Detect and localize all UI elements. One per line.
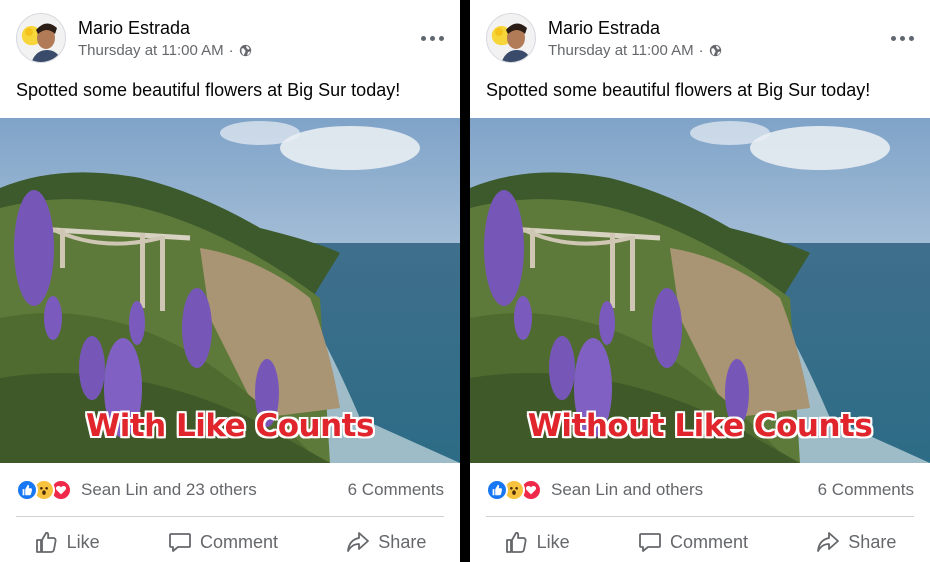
share-label: Share <box>378 531 427 552</box>
share-arrow-icon <box>817 532 840 552</box>
like-reaction-icon[interactable] <box>486 479 508 501</box>
post-meta: Thursday at 11:00 AM · <box>548 42 722 59</box>
meta-separator: · <box>228 42 234 59</box>
share-label: Share <box>848 531 897 552</box>
author-name[interactable]: Mario Estrada <box>78 18 190 39</box>
post-text: Spotted some beautiful flowers at Big Su… <box>16 80 401 100</box>
reactions-summary: Sean Lin and 23 others 6 Comments <box>16 476 444 504</box>
divider <box>486 516 914 517</box>
avatar[interactable] <box>16 13 66 63</box>
post-header: Mario Estrada Thursday at 11:00 AM · <box>16 13 446 65</box>
overlay-label: Without Like Counts <box>527 408 873 444</box>
globe-icon[interactable] <box>239 44 252 57</box>
post-text: Spotted some beautiful flowers at Big Su… <box>486 80 871 100</box>
post-meta: Thursday at 11:00 AM · <box>78 42 252 59</box>
post-card-without-like-counts: Mario Estrada Thursday at 11:00 AM · Spo… <box>470 0 930 562</box>
timestamp[interactable]: Thursday at 11:00 AM <box>78 42 224 59</box>
more-options-icon[interactable] <box>418 31 446 45</box>
comment-button[interactable]: Comment <box>167 529 278 555</box>
comments-count[interactable]: 6 Comments <box>818 480 914 500</box>
comment-bubble-icon <box>639 533 661 552</box>
thumbs-up-icon <box>505 531 527 553</box>
meta-separator: · <box>698 42 704 59</box>
like-label: Like <box>66 531 100 552</box>
divider <box>16 516 444 517</box>
post-actions: Like Comment Share <box>470 524 930 560</box>
comment-label: Comment <box>669 531 748 552</box>
author-name[interactable]: Mario Estrada <box>548 18 660 39</box>
share-button[interactable]: Share <box>345 529 426 555</box>
thumbs-up-icon <box>35 531 57 553</box>
reactions-summary: Sean Lin and others 6 Comments <box>486 476 914 504</box>
like-button[interactable]: Like <box>34 529 100 555</box>
comments-count[interactable]: 6 Comments <box>348 480 444 500</box>
comment-button[interactable]: Comment <box>637 529 748 555</box>
timestamp[interactable]: Thursday at 11:00 AM <box>548 42 694 59</box>
share-arrow-icon <box>347 532 370 552</box>
comment-bubble-icon <box>169 533 191 552</box>
reactors-text[interactable]: Sean Lin and 23 others <box>81 480 257 500</box>
post-card-with-like-counts: Mario Estrada Thursday at 11:00 AM · Spo… <box>0 0 460 562</box>
share-button[interactable]: Share <box>815 529 896 555</box>
overlay-label: With Like Counts <box>86 408 374 444</box>
post-actions: Like Comment Share <box>0 524 460 560</box>
like-reaction-icon[interactable] <box>16 479 38 501</box>
like-label: Like <box>536 531 570 552</box>
more-options-icon[interactable] <box>888 31 916 45</box>
globe-icon[interactable] <box>709 44 722 57</box>
avatar[interactable] <box>486 13 536 63</box>
post-header: Mario Estrada Thursday at 11:00 AM · <box>486 13 916 65</box>
comment-label: Comment <box>199 531 278 552</box>
reactors-text[interactable]: Sean Lin and others <box>551 480 703 500</box>
like-button[interactable]: Like <box>504 529 570 555</box>
